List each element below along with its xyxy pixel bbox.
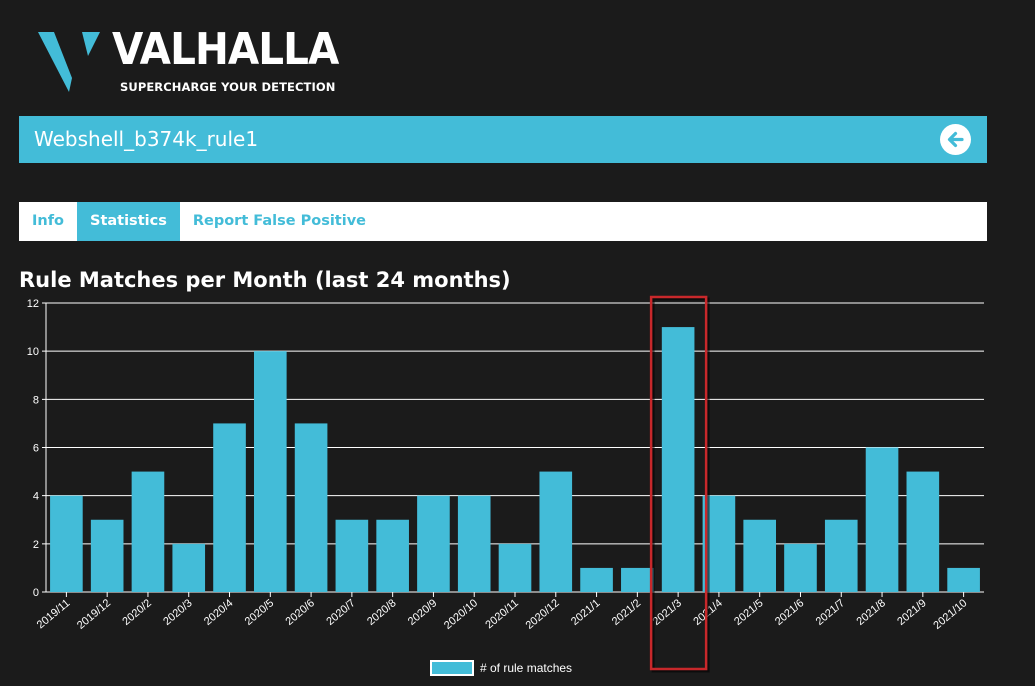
- bar: [661, 327, 695, 592]
- bar: [498, 543, 532, 592]
- bar: [50, 495, 83, 592]
- x-tick-label: 2021/6: [773, 597, 806, 628]
- legend-label: # of rule matches: [480, 661, 573, 675]
- x-tick-label: 2020/4: [202, 597, 235, 628]
- bar: [539, 471, 573, 592]
- y-tick-label: 12: [27, 298, 39, 310]
- x-tick-label: 2020/8: [365, 597, 398, 628]
- chart-title: Rule Matches per Month (last 24 months): [19, 268, 511, 292]
- bar: [253, 351, 287, 592]
- tab-statistics[interactable]: Statistics: [77, 202, 180, 241]
- rule-matches-bar-chart: 0 2 4 6 8 10 12 2019/11 2019/12 2020/2 2020/3 2020/…: [27, 295, 984, 673]
- brand-name: VALHALLA: [112, 24, 339, 75]
- arrow-left-circle-icon: [947, 131, 964, 148]
- rule-title: Webshell_b374k_rule1: [34, 127, 259, 151]
- tab-bar: Info Statistics Report False Positive: [19, 202, 987, 241]
- bar: [865, 447, 899, 592]
- x-tick-label: 2020/12: [524, 597, 562, 632]
- x-tick-label: 2021/2: [610, 597, 643, 628]
- brand-logo: VALHALLA SUPERCHARGE YOUR DETECTION: [38, 24, 339, 100]
- bar: [213, 423, 246, 592]
- x-tick-label: 2021/8: [854, 597, 887, 628]
- tab-report-false-positive[interactable]: Report False Positive: [180, 202, 379, 241]
- x-tick-label: 2020/6: [284, 597, 317, 628]
- chart-legend: # of rule matches: [430, 659, 572, 677]
- x-tick-label: 2020/7: [324, 597, 357, 628]
- bar: [743, 519, 777, 592]
- bar: [131, 471, 165, 592]
- x-tick-label: 2020/3: [161, 597, 194, 628]
- x-tick-label: 2020/9: [406, 597, 439, 628]
- bar: [621, 567, 654, 592]
- bar: [457, 495, 491, 592]
- y-tick-label: 0: [33, 587, 39, 599]
- x-tick-label: 2021/7: [814, 597, 847, 628]
- x-tick-label: 2019/11: [35, 597, 73, 631]
- bar: [906, 471, 940, 592]
- legend-swatch: [430, 660, 474, 676]
- x-tick-label: 2021/3: [651, 597, 684, 628]
- y-tick-label: 10: [27, 346, 39, 358]
- x-tick-label: 2019/12: [75, 597, 113, 632]
- bar: [824, 519, 858, 592]
- bar: [90, 519, 124, 592]
- y-tick-label: 8: [33, 394, 39, 406]
- y-tick-label: 4: [33, 491, 39, 503]
- y-tick-label: 2: [33, 539, 39, 551]
- x-tick-label: 2020/10: [442, 597, 480, 632]
- x-tick-label: 2020/11: [483, 597, 521, 631]
- rule-title-bar: Webshell_b374k_rule1: [19, 116, 987, 163]
- y-tick-label: 6: [33, 443, 39, 455]
- back-button[interactable]: [940, 124, 971, 155]
- brand-tagline: SUPERCHARGE YOUR DETECTION: [120, 80, 336, 94]
- x-tick-label: 2021/10: [931, 597, 969, 632]
- x-tick-label: 2021/9: [895, 597, 928, 628]
- x-tick-label: 2021/5: [732, 597, 765, 628]
- bar: [294, 423, 328, 592]
- bar: [417, 495, 450, 592]
- valhalla-v-logo-icon: [38, 32, 100, 92]
- x-tick-label: 2020/5: [243, 597, 276, 628]
- bar: [172, 543, 206, 592]
- x-tick-label: 2021/1: [569, 597, 602, 628]
- bar: [784, 543, 817, 592]
- x-tick-label: 2020/2: [120, 597, 153, 628]
- bar: [335, 519, 369, 592]
- tab-info[interactable]: Info: [19, 202, 77, 241]
- bar: [376, 519, 409, 592]
- bar: [580, 567, 613, 592]
- bar: [947, 567, 980, 592]
